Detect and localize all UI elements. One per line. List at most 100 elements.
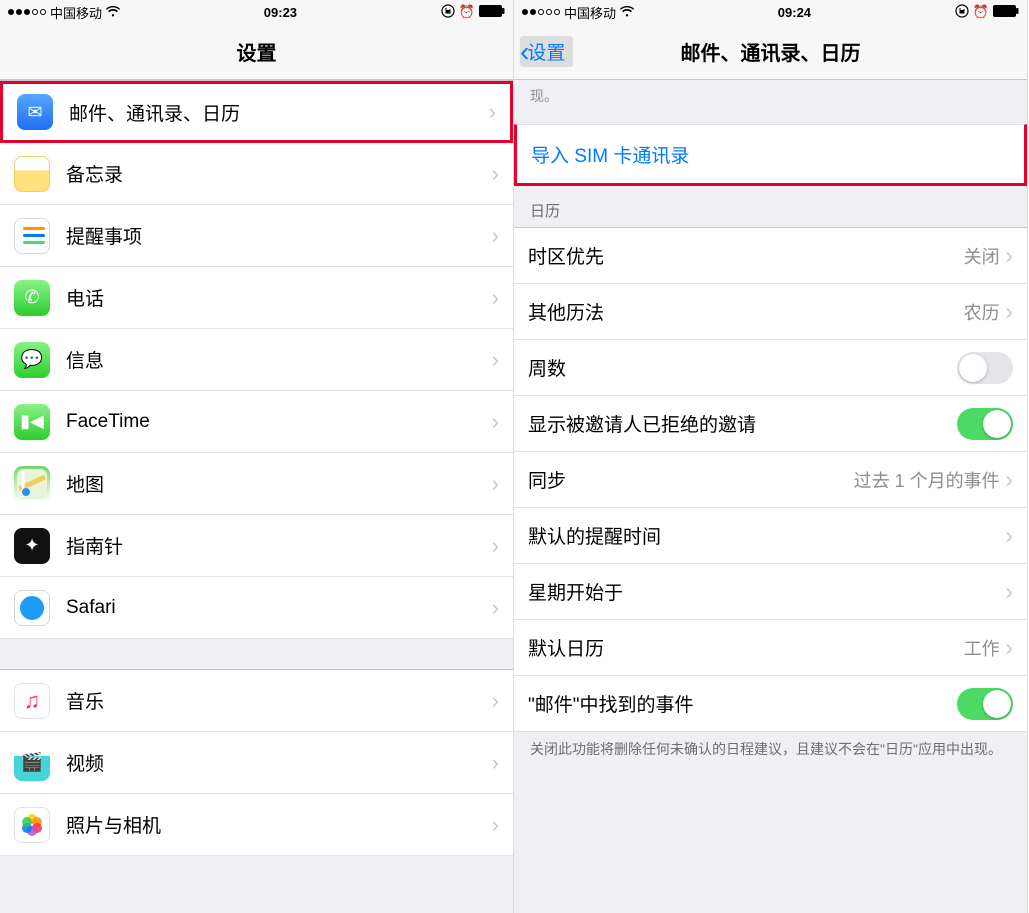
status-bar: 中国移动 09:23 ⏰ bbox=[0, 0, 513, 24]
chevron-right-icon: › bbox=[489, 99, 496, 125]
chevron-right-icon: › bbox=[492, 347, 499, 373]
settings-list-group-1: ✉邮件、通讯录、日历›备忘录›提醒事项›✆电话›💬信息›▮◀FaceTime›地… bbox=[0, 80, 513, 639]
settings-row[interactable]: 💬信息› bbox=[0, 329, 513, 391]
status-left: 中国移动 bbox=[522, 3, 634, 22]
row-label: 其他历法 bbox=[528, 298, 964, 325]
settings-row[interactable]: Safari› bbox=[0, 577, 513, 639]
status-bar: 中国移动 09:24 ⏰ bbox=[514, 0, 1027, 24]
row-label: Safari bbox=[66, 597, 492, 619]
settings-row[interactable]: ✦指南针› bbox=[0, 515, 513, 577]
signal-dots-icon bbox=[522, 9, 560, 15]
calendar-setting-row[interactable]: 星期开始于› bbox=[514, 564, 1027, 620]
settings-row[interactable]: 照片与相机› bbox=[0, 794, 513, 856]
calendar-setting-row[interactable]: "邮件"中找到的事件 bbox=[514, 676, 1027, 732]
row-label: 默认的提醒时间 bbox=[528, 522, 1006, 549]
toggle-switch[interactable] bbox=[957, 688, 1013, 720]
row-label: 同步 bbox=[528, 466, 854, 493]
phone-right: 中国移动 09:24 ⏰ ‹ 设置 邮件、通讯录、日历 现。 导入 SIM 卡通… bbox=[514, 0, 1028, 913]
settings-row[interactable]: 地图› bbox=[0, 453, 513, 515]
settings-list-group-2: ♫音乐› 🎬 视频› 照片与相机› bbox=[0, 669, 513, 856]
back-label: 设置 bbox=[527, 38, 565, 65]
row-label: 指南针 bbox=[66, 532, 492, 559]
row-label: 电话 bbox=[66, 284, 492, 311]
battery-icon bbox=[479, 5, 505, 20]
chevron-right-icon: › bbox=[1006, 467, 1013, 493]
chevron-right-icon: › bbox=[492, 409, 499, 435]
toggle-switch[interactable] bbox=[957, 408, 1013, 440]
row-label: 备忘录 bbox=[66, 160, 492, 187]
import-sim-label: 导入 SIM 卡通讯录 bbox=[531, 141, 689, 168]
chevron-right-icon: › bbox=[1006, 243, 1013, 269]
status-left: 中国移动 bbox=[8, 3, 120, 22]
app-icon bbox=[14, 807, 50, 843]
row-label: 照片与相机 bbox=[66, 811, 492, 838]
row-label: 视频 bbox=[66, 749, 492, 776]
settings-row[interactable]: ✉邮件、通讯录、日历› bbox=[0, 81, 513, 143]
calendar-setting-row[interactable]: 默认日历工作› bbox=[514, 620, 1027, 676]
row-label: 邮件、通讯录、日历 bbox=[69, 99, 489, 126]
back-button[interactable]: ‹ 设置 bbox=[520, 36, 573, 67]
carrier-label: 中国移动 bbox=[50, 3, 102, 22]
chevron-right-icon: › bbox=[1006, 635, 1013, 661]
app-icon bbox=[14, 590, 50, 626]
app-icon bbox=[14, 218, 50, 254]
settings-row[interactable]: 🎬 视频› bbox=[0, 732, 513, 794]
row-label: 显示被邀请人已拒绝的邀请 bbox=[528, 410, 957, 437]
row-label: "邮件"中找到的事件 bbox=[528, 690, 957, 717]
settings-row[interactable]: 提醒事项› bbox=[0, 205, 513, 267]
settings-row[interactable]: ▮◀ FaceTime› bbox=[0, 391, 513, 453]
footer-fragment: 现。 bbox=[514, 80, 1027, 106]
clock-label: 09:24 bbox=[778, 5, 811, 20]
app-icon: 🎬 bbox=[14, 745, 50, 781]
toggle-switch[interactable] bbox=[957, 352, 1013, 384]
chevron-right-icon: › bbox=[492, 161, 499, 187]
row-label: 信息 bbox=[66, 346, 492, 373]
group-separator bbox=[0, 639, 513, 669]
calendar-setting-row[interactable]: 时区优先关闭› bbox=[514, 228, 1027, 284]
alarm-icon: ⏰ bbox=[973, 4, 989, 20]
row-label: 提醒事项 bbox=[66, 222, 492, 249]
clock-label: 09:23 bbox=[264, 5, 297, 20]
nav-header: ‹ 设置 邮件、通讯录、日历 bbox=[514, 24, 1027, 80]
chevron-right-icon: › bbox=[492, 595, 499, 621]
phone-left: 中国移动 09:23 ⏰ 设置 ✉邮件、通讯录、日历›备忘录›提醒事项›✆电话›… bbox=[0, 0, 514, 913]
chevron-right-icon: › bbox=[492, 471, 499, 497]
rotation-lock-icon bbox=[955, 4, 969, 21]
app-icon bbox=[14, 156, 50, 192]
chevron-right-icon: › bbox=[492, 750, 499, 776]
import-sim-contacts-cell[interactable]: 导入 SIM 卡通讯录 bbox=[514, 124, 1027, 186]
row-label: 时区优先 bbox=[528, 242, 964, 269]
chevron-right-icon: › bbox=[1006, 579, 1013, 605]
chevron-right-icon: › bbox=[492, 533, 499, 559]
chevron-right-icon: › bbox=[1006, 299, 1013, 325]
row-label: 星期开始于 bbox=[528, 578, 1006, 605]
settings-row[interactable]: ✆电话› bbox=[0, 267, 513, 329]
settings-row[interactable]: 备忘录› bbox=[0, 143, 513, 205]
row-label: FaceTime bbox=[66, 411, 492, 433]
page-title: 邮件、通讯录、日历 bbox=[681, 37, 861, 66]
row-value: 工作 bbox=[964, 635, 1000, 661]
app-icon: ▮◀ bbox=[14, 404, 50, 440]
calendar-setting-row[interactable]: 显示被邀请人已拒绝的邀请 bbox=[514, 396, 1027, 452]
rotation-lock-icon bbox=[441, 4, 455, 21]
calendar-setting-row[interactable]: 同步过去 1 个月的事件› bbox=[514, 452, 1027, 508]
row-value: 农历 bbox=[964, 299, 1000, 325]
footer-note: 关闭此功能将删除任何未确认的日程建议，且建议不会在"日历"应用中出现。 bbox=[514, 732, 1027, 768]
status-right: ⏰ bbox=[955, 4, 1019, 21]
chevron-right-icon: › bbox=[492, 223, 499, 249]
status-right: ⏰ bbox=[441, 4, 505, 21]
section-header-calendar: 日历 bbox=[514, 186, 1027, 227]
nav-header: 设置 bbox=[0, 24, 513, 80]
settings-row[interactable]: ♫音乐› bbox=[0, 670, 513, 732]
row-label: 默认日历 bbox=[528, 634, 964, 661]
page-title: 设置 bbox=[237, 37, 277, 66]
calendar-setting-row[interactable]: 周数 bbox=[514, 340, 1027, 396]
calendar-settings-list: 时区优先关闭›其他历法农历›周数显示被邀请人已拒绝的邀请同步过去 1 个月的事件… bbox=[514, 227, 1027, 732]
wifi-icon bbox=[106, 5, 120, 20]
calendar-setting-row[interactable]: 默认的提醒时间› bbox=[514, 508, 1027, 564]
row-label: 地图 bbox=[66, 470, 492, 497]
alarm-icon: ⏰ bbox=[459, 4, 475, 20]
carrier-label: 中国移动 bbox=[564, 3, 616, 22]
calendar-setting-row[interactable]: 其他历法农历› bbox=[514, 284, 1027, 340]
app-icon: ♫ bbox=[14, 683, 50, 719]
